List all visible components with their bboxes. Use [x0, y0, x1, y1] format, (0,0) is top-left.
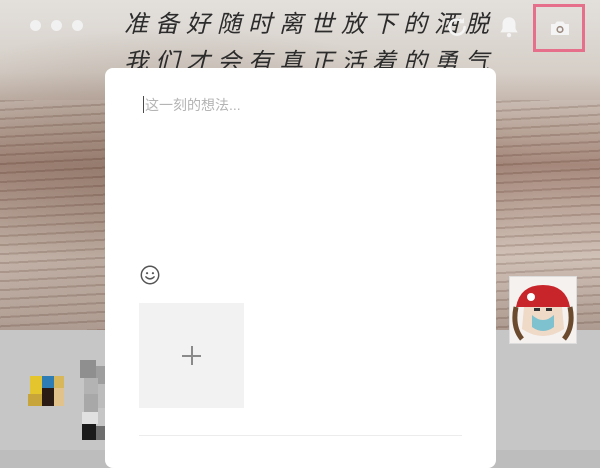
text-caret	[143, 96, 144, 113]
avatar[interactable]	[509, 276, 577, 344]
bell-icon[interactable]	[496, 14, 522, 40]
camera-icon	[551, 21, 569, 35]
window-dot[interactable]	[72, 20, 83, 31]
window-controls[interactable]	[30, 20, 83, 31]
avatar-image	[510, 277, 576, 343]
add-image-button[interactable]	[139, 303, 244, 408]
post-text-input[interactable]: 这一刻的想法...	[145, 95, 241, 115]
camera-button[interactable]	[533, 4, 585, 52]
window-dot[interactable]	[51, 20, 62, 31]
divider	[139, 435, 462, 436]
emoji-icon[interactable]	[139, 264, 161, 286]
refresh-icon[interactable]	[444, 14, 470, 40]
window-dot[interactable]	[30, 20, 41, 31]
new-post-dialog: 这一刻的想法...	[105, 68, 496, 468]
cover-text-line-1: 准备好随时离世放下的洒脱	[124, 10, 496, 38]
plus-icon	[191, 346, 193, 365]
